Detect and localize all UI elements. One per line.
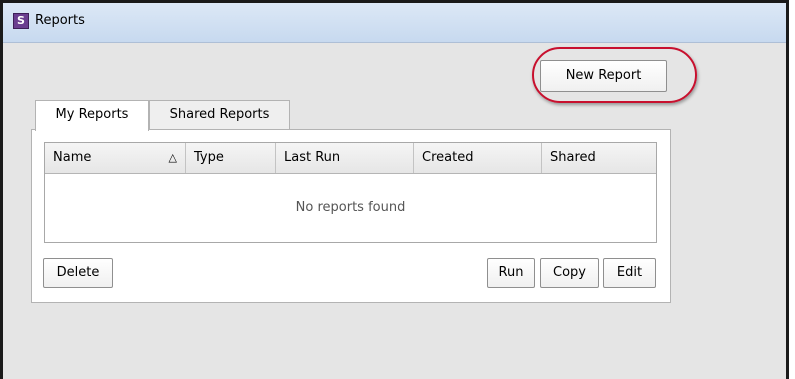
edit-button[interactable]: Edit (603, 258, 656, 288)
column-header-last-run[interactable]: Last Run (276, 143, 414, 173)
app-logo-icon: S (13, 13, 29, 29)
copy-button[interactable]: Copy (540, 258, 599, 288)
sort-ascending-icon: △ (168, 151, 177, 164)
window-title: Reports (35, 13, 85, 28)
column-header-created[interactable]: Created (414, 143, 542, 173)
reports-table: Name △ Type Last Run Created Shared No r… (44, 142, 657, 243)
delete-button[interactable]: Delete (43, 258, 113, 288)
run-button[interactable]: Run (487, 258, 535, 288)
column-header-type[interactable]: Type (186, 143, 276, 173)
new-report-button[interactable]: New Report (540, 60, 667, 92)
title-bar: S Reports (3, 3, 786, 43)
column-header-name[interactable]: Name △ (45, 143, 186, 173)
empty-state-message: No reports found (295, 200, 406, 215)
tab-my-reports[interactable]: My Reports (35, 100, 149, 131)
table-header: Name △ Type Last Run Created Shared (45, 143, 656, 174)
column-header-shared[interactable]: Shared (542, 143, 656, 173)
reports-window: S Reports New Report My Reports Shared R… (0, 0, 789, 379)
column-header-label: Name (53, 150, 92, 165)
tab-shared-reports[interactable]: Shared Reports (149, 100, 290, 130)
